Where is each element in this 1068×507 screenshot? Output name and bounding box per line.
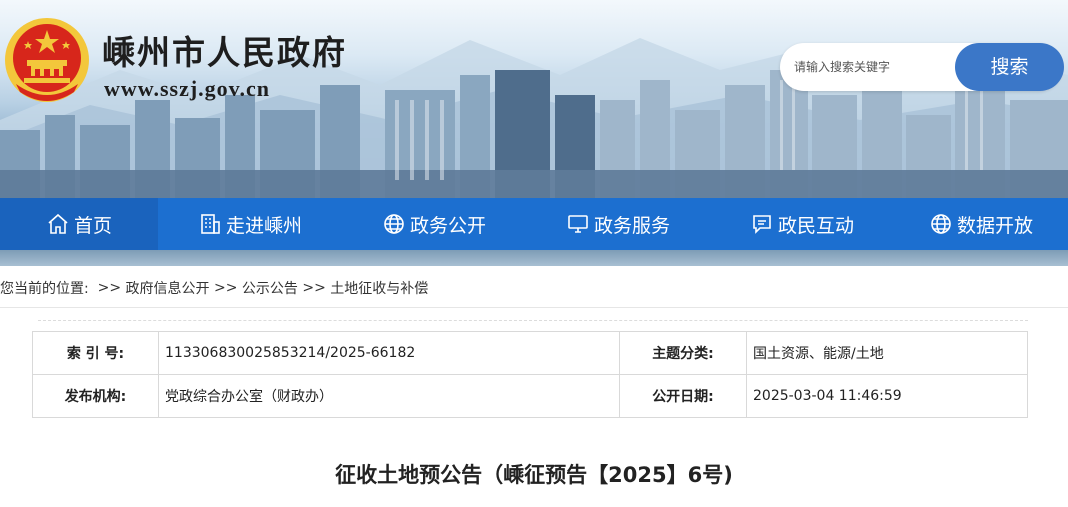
breadcrumb-separator: >> [209,279,242,296]
date-value: 2025-03-04 11:46:59 [746,374,1028,418]
nav-item-interaction[interactable]: 政民互动 [710,198,894,250]
index-value: 113306830025853214/2025-66182 [158,331,620,375]
breadcrumb-link-land[interactable]: 土地征收与补偿 [330,278,428,298]
topic-label: 主题分类: [619,331,747,375]
table-row: 索 引 号: 113306830025853214/2025-66182 主题分… [32,331,1028,375]
breadcrumb: 您当前的位置: >> 政府信息公开 >> 公示公告 >> 土地征收与补偿 [0,268,1068,308]
publisher-value: 党政综合办公室（财政办） [158,374,620,418]
nav-item-label: 政民互动 [777,214,854,237]
nav-item-gov-affairs[interactable]: 政务公开 [342,198,526,250]
site-url: www.sszj.gov.cn [104,76,270,101]
nav-item-gov-services[interactable]: 政务服务 [526,198,710,250]
banner-strip [0,250,1068,266]
building-icon [201,214,220,234]
nav-item-label: 首页 [73,214,112,237]
home-icon [48,213,68,234]
nav-item-about[interactable]: 走进嵊州 [158,198,342,250]
nav-item-home[interactable]: 首页 [0,198,158,250]
index-label: 索 引 号: [32,331,159,375]
main-nav: 首页 走进嵊州 政务公开 政务服务 政民互动 数据开放 [0,198,1068,250]
nav-item-label: 走进嵊州 [225,214,302,237]
topic-value: 国土资源、能源/土地 [746,331,1028,375]
date-label: 公开日期: [619,374,747,418]
table-row: 发布机构: 党政综合办公室（财政办） 公开日期: 2025-03-04 11:4… [32,374,1028,418]
site-title: 嵊州市人民政府 [102,33,347,72]
chat-icon [753,215,771,234]
nav-item-open-data[interactable]: 数据开放 [894,198,1068,250]
globe-icon [384,214,404,234]
header-banner: 嵊州市人民政府 www.sszj.gov.cn 搜索 [0,0,1068,198]
national-emblem-icon [5,18,89,102]
search-button[interactable]: 搜索 [955,43,1064,91]
monitor-icon [568,215,588,233]
breadcrumb-link-info[interactable]: 政府信息公开 [126,278,210,298]
divider [38,320,1028,321]
search-input[interactable] [794,57,954,77]
breadcrumb-prefix: 您当前的位置: [0,280,89,297]
nav-item-label: 政务公开 [409,214,486,237]
document-title: 征收土地预公告（嵊征预告【2025】6号) [335,463,733,487]
document-meta-table: 索 引 号: 113306830025853214/2025-66182 主题分… [32,331,1028,418]
publisher-label: 发布机构: [32,374,159,418]
breadcrumb-separator: >> [297,279,331,296]
nav-item-label: 数据开放 [956,214,1033,237]
nav-item-label: 政务服务 [593,214,670,237]
globe-icon [931,214,951,234]
breadcrumb-link-notice[interactable]: 公示公告 [242,278,298,298]
breadcrumb-separator: >> [88,279,126,296]
